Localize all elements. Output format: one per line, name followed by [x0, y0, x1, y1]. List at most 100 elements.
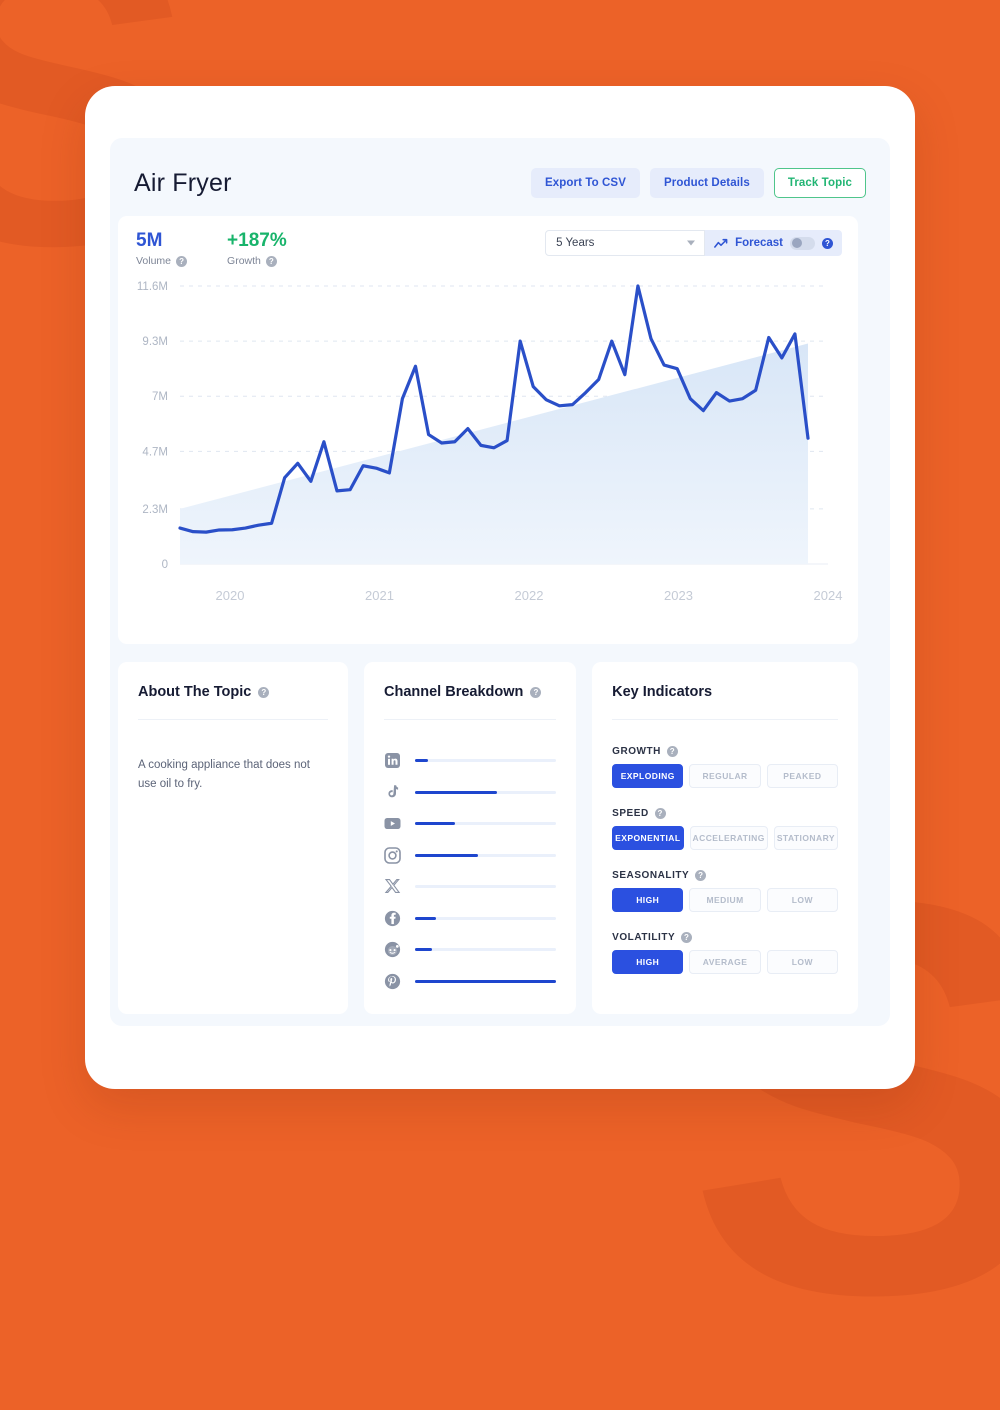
- channel-row: [384, 878, 557, 895]
- chart-toolbar: 5M Volume ? +187% Growth ? 5 Years Forec…: [136, 230, 842, 272]
- indicator-group-label-row: SPEED?: [612, 808, 838, 819]
- pinterest-icon: [384, 973, 401, 989]
- channel-row: [384, 941, 557, 958]
- about-help-icon[interactable]: ?: [258, 686, 270, 698]
- key-indicators-card: Key Indicators GROWTH? EXPLODING REGULAR PE…: [592, 662, 858, 1014]
- channel-bar-track: [415, 790, 557, 794]
- indicator-options: EXPLODING REGULAR PEAKED: [612, 764, 838, 788]
- volume-value: 5M: [136, 230, 163, 251]
- indicator-option[interactable]: ACCELERATING: [689, 826, 768, 850]
- channel-row: [384, 752, 557, 769]
- about-card: About The Topic ? A cooking appliance th…: [118, 662, 348, 1014]
- growth-label-row: Growth ?: [227, 255, 287, 267]
- channel-bar-fill: [415, 979, 557, 983]
- indicator-option[interactable]: PEAKED: [766, 764, 838, 788]
- channel-card-divider: [384, 719, 557, 720]
- youtube-icon: [384, 818, 401, 829]
- svg-text:9.3M: 9.3M: [142, 336, 168, 348]
- about-card-title-row: About The Topic ?: [138, 684, 328, 700]
- forecast-toggle-knob: [791, 238, 802, 248]
- track-topic-button[interactable]: Track Topic: [773, 168, 866, 198]
- about-card-title: About The Topic: [138, 684, 252, 700]
- indicator-option[interactable]: LOW: [766, 888, 838, 912]
- linkedin-icon: [385, 753, 400, 768]
- indicator-options: EXPONENTIAL ACCELERATING STATIONARY: [612, 826, 838, 850]
- channel-bar-fill: [415, 822, 455, 825]
- indicator-option[interactable]: AVERAGE: [689, 950, 761, 974]
- volume-line-chart[interactable]: 02.3M4.7M7M9.3M11.6M 2020 2021 2022 2023 202…: [118, 272, 858, 634]
- svg-text:11.6M: 11.6M: [137, 281, 168, 293]
- forecast-toggle[interactable]: [790, 236, 815, 250]
- growth-value: +187%: [227, 230, 287, 251]
- indicator-group-label-row: VOLATILITY?: [612, 932, 838, 943]
- indicator-option[interactable]: LOW: [766, 950, 838, 974]
- svg-text:2021: 2021: [365, 588, 394, 603]
- channel-bar-track: [415, 885, 557, 888]
- indicator-options: HIGH MEDIUM LOW: [612, 888, 838, 912]
- indicator-option[interactable]: MEDIUM: [689, 888, 761, 912]
- growth-label: Growth: [227, 255, 261, 267]
- indicator-option[interactable]: STATIONARY: [773, 826, 838, 850]
- growth-help-icon[interactable]: ?: [265, 255, 277, 267]
- indicator-group: SEASONALITY? HIGH MEDIUM LOW: [612, 870, 838, 912]
- channel-bar-track: [415, 948, 557, 951]
- channel-card-title-row: Channel Breakdown ?: [384, 684, 556, 700]
- channel-bar-track: [415, 759, 557, 762]
- x-twitter-icon: [384, 879, 401, 893]
- channel-row: [384, 910, 557, 927]
- app-window: Air Fryer Export To CSV Product Details …: [85, 86, 915, 1089]
- indicator-group-label: GROWTH: [612, 746, 661, 757]
- channel-bar-track: [415, 916, 557, 920]
- indicator-group-label: SPEED: [612, 808, 649, 819]
- forecast-help-icon[interactable]: ?: [822, 237, 833, 249]
- forecast-label: Forecast: [735, 237, 783, 249]
- info-cards: About The Topic ? A cooking appliance th…: [118, 662, 858, 1014]
- stat-volume: 5M Volume ?: [136, 230, 188, 267]
- volume-label-row: Volume ?: [136, 255, 188, 267]
- channel-bar-fill: [415, 916, 437, 920]
- indicator-options: HIGH AVERAGE LOW: [612, 950, 838, 974]
- svg-text:2.3M: 2.3M: [142, 504, 168, 516]
- chart-y-axis-labels: 0 2.3M 4.7M 7M 9.3M 11.6M: [137, 281, 168, 571]
- channel-bar-fill: [415, 948, 432, 951]
- reddit-icon: [384, 941, 401, 958]
- indicators-card-title-row: Key Indicators: [612, 684, 838, 700]
- channel-row: [384, 784, 557, 801]
- volume-label: Volume: [136, 255, 172, 267]
- about-card-body: A cooking appliance that does not use oi…: [138, 759, 310, 790]
- trend-up-icon: [714, 238, 728, 248]
- channel-bar-track: [415, 979, 557, 983]
- chart-x-axis-labels: 2020 2021 2022 2023 2024: [216, 588, 843, 603]
- channel-card-title: Channel Breakdown: [384, 684, 524, 700]
- time-range-select[interactable]: 5 Years: [545, 230, 706, 256]
- chart-card: 5M Volume ? +187% Growth ? 5 Years Forec…: [118, 216, 858, 644]
- channel-row: [384, 973, 557, 990]
- indicator-help-icon[interactable]: ?: [666, 746, 678, 757]
- product-details-button[interactable]: Product Details: [649, 168, 764, 198]
- indicator-help-icon[interactable]: ?: [681, 932, 693, 943]
- indicator-group-label: SEASONALITY: [612, 870, 690, 881]
- channel-bar-fill: [415, 853, 479, 857]
- indicator-help-icon[interactable]: ?: [654, 808, 666, 819]
- indicator-help-icon[interactable]: ?: [695, 870, 707, 881]
- indicator-option[interactable]: HIGH: [612, 888, 684, 912]
- chart-trend-band: [180, 343, 808, 564]
- indicator-option[interactable]: REGULAR: [689, 764, 761, 788]
- facebook-icon: [384, 910, 401, 926]
- channel-list: [384, 752, 557, 990]
- channel-bar-track: [415, 822, 557, 825]
- volume-help-icon[interactable]: ?: [176, 255, 188, 267]
- indicator-option[interactable]: EXPONENTIAL: [612, 826, 684, 850]
- indicator-option[interactable]: EXPLODING: [612, 764, 684, 788]
- indicator-option[interactable]: HIGH: [612, 950, 684, 974]
- tiktok-icon: [388, 784, 399, 797]
- indicator-group: VOLATILITY? HIGH AVERAGE LOW: [612, 932, 838, 974]
- svg-text:4.7M: 4.7M: [142, 446, 168, 458]
- export-to-csv-button[interactable]: Export To CSV: [531, 168, 640, 198]
- dashboard-panel: Air Fryer Export To CSV Product Details …: [110, 138, 890, 1026]
- channel-help-icon[interactable]: ?: [530, 686, 542, 698]
- svg-text:0: 0: [162, 559, 168, 571]
- forecast-control[interactable]: Forecast ?: [705, 230, 842, 256]
- channel-bar-track: [415, 853, 557, 857]
- indicator-groups: GROWTH? EXPLODING REGULAR PEAKED SPEED? EXPON…: [612, 746, 838, 974]
